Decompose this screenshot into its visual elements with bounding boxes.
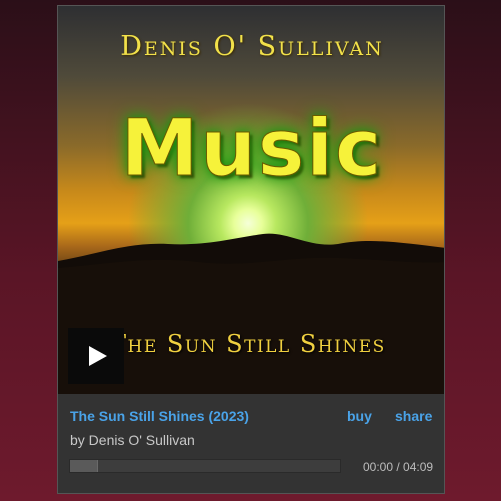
time-display: 00:00 / 04:09: [363, 460, 434, 474]
share-link[interactable]: share: [395, 408, 432, 424]
buy-link[interactable]: buy: [347, 408, 372, 424]
track-title-link[interactable]: The Sun Still Shines (2023): [70, 408, 249, 424]
embedded-music-player: Denis O' Sullivan Music The Sun Still Sh…: [57, 5, 445, 494]
artwork-artist-text: Denis O' Sullivan: [120, 31, 384, 62]
progress-bar[interactable]: [69, 459, 341, 473]
album-artwork: Denis O' Sullivan Music The Sun Still Sh…: [58, 6, 444, 394]
progress-thumb[interactable]: [70, 460, 98, 472]
artist-by-line: by Denis O' Sullivan: [70, 432, 195, 448]
play-button[interactable]: [68, 328, 124, 384]
track-info-panel: The Sun Still Shines (2023) buy share by…: [58, 394, 444, 493]
artwork-headline-text: Music: [120, 104, 384, 195]
play-icon: [89, 346, 107, 366]
artwork-song-text: The Sun Still Shines: [110, 330, 386, 358]
